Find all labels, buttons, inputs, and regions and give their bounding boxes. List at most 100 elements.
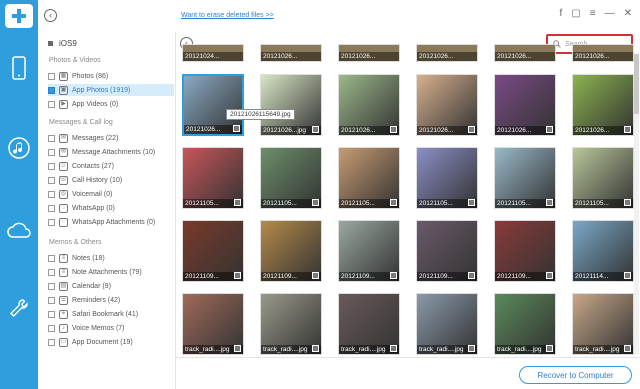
photo-thumbnail[interactable]: 20121026... (338, 74, 400, 136)
cloud-icon[interactable] (0, 210, 38, 250)
photo-thumbnail[interactable]: 20121114... (572, 220, 634, 282)
photo-checkbox[interactable] (468, 199, 475, 206)
voicemail-checkbox[interactable] (48, 190, 55, 198)
category-note-attachments[interactable]: ≡ Note Attachments (79) (48, 266, 142, 278)
photo-thumbnail[interactable]: track_radi....jpg (182, 293, 244, 355)
photo-thumbnail[interactable]: track_radi....jpg (416, 293, 478, 355)
menu-icon[interactable]: ≡ (590, 8, 596, 19)
close-icon[interactable]: ✕ (624, 8, 632, 19)
photo-checkbox[interactable] (234, 272, 241, 279)
note-attachments-checkbox[interactable] (48, 268, 55, 276)
photo-thumbnail[interactable]: 20121109... (260, 220, 322, 282)
photo-checkbox[interactable] (468, 126, 475, 133)
recover-to-computer-button[interactable]: Recover to Computer (519, 366, 632, 384)
photo-thumbnail[interactable]: 20121026... (572, 74, 634, 136)
photo-checkbox[interactable] (624, 345, 631, 352)
photo-thumbnail[interactable]: 20121026... (182, 74, 244, 136)
photo-thumbnail-partial[interactable]: 20121026... (338, 44, 400, 62)
category-contacts[interactable]: ☺ Contacts (27) (48, 160, 114, 172)
photo-thumbnail[interactable]: 20121109... (416, 220, 478, 282)
photo-checkbox[interactable] (233, 125, 240, 132)
photo-thumbnail[interactable]: 20121109... (182, 220, 244, 282)
grid-scrollbar[interactable] (634, 54, 639, 354)
app-document-checkbox[interactable] (48, 338, 55, 346)
photo-checkbox[interactable] (546, 126, 553, 133)
notes-checkbox[interactable] (48, 254, 55, 262)
photo-thumbnail-partial[interactable]: 20121026... (494, 44, 556, 62)
message-attachments-checkbox[interactable] (48, 148, 55, 156)
photo-thumbnail[interactable]: 20121105... (182, 147, 244, 209)
photo-thumbnail-partial[interactable]: 20121026... (572, 44, 634, 62)
app-videos-checkbox[interactable] (48, 100, 55, 108)
app-photos-checkbox[interactable] (48, 86, 55, 94)
contacts-checkbox[interactable] (48, 162, 55, 170)
photo-checkbox[interactable] (312, 272, 319, 279)
photo-checkbox[interactable] (234, 345, 241, 352)
photo-checkbox[interactable] (234, 199, 241, 206)
photo-thumbnail[interactable]: track_radi....jpg (338, 293, 400, 355)
category-voice-memos[interactable]: ♪ Voice Memos (7) (48, 322, 125, 334)
call-history-checkbox[interactable] (48, 176, 55, 184)
photo-thumbnail[interactable]: 20121105... (338, 147, 400, 209)
category-voicemail[interactable]: ◎ Voicemail (0) (48, 188, 112, 200)
photo-checkbox[interactable] (390, 199, 397, 206)
photo-thumbnail[interactable]: track_radi....jpg (494, 293, 556, 355)
photo-checkbox[interactable] (468, 272, 475, 279)
scrollbar-thumb[interactable] (634, 54, 639, 114)
category-photos[interactable]: ▦ Photos (86) (48, 70, 108, 82)
photo-checkbox[interactable] (546, 272, 553, 279)
photo-checkbox[interactable] (312, 199, 319, 206)
safari-bookmark-checkbox[interactable] (48, 310, 55, 318)
photo-checkbox[interactable] (312, 345, 319, 352)
category-reminders[interactable]: ☰ Reminders (42) (48, 294, 120, 306)
photo-checkbox[interactable] (624, 272, 631, 279)
category-whatsapp[interactable]: ◌ WhatsApp (0) (48, 202, 115, 214)
music-note-icon[interactable] (0, 128, 42, 168)
photo-checkbox[interactable] (390, 126, 397, 133)
photo-checkbox[interactable] (624, 126, 631, 133)
photos-checkbox[interactable] (48, 72, 55, 80)
photo-thumbnail[interactable]: 20121105... (572, 147, 634, 209)
photo-checkbox[interactable] (624, 199, 631, 206)
voice-memos-checkbox[interactable] (48, 324, 55, 332)
phone-icon[interactable] (0, 48, 38, 88)
category-app-photos[interactable]: ▣ App Photos (1919) (48, 84, 174, 96)
photo-thumbnail[interactable]: 20121105... (494, 147, 556, 209)
photo-thumbnail-partial[interactable]: 20121024... (182, 44, 244, 62)
photo-thumbnail[interactable]: 20121026... (416, 74, 478, 136)
photo-thumbnail-partial[interactable]: 20121026... (416, 44, 478, 62)
photo-thumbnail[interactable]: track_radi....jpg (572, 293, 634, 355)
category-app-document[interactable]: ▭ App Document (19) (48, 336, 133, 348)
photo-thumbnail[interactable]: 20121109... (338, 220, 400, 282)
category-notes[interactable]: ≡ Notes (18) (48, 252, 105, 264)
calendar-checkbox[interactable] (48, 282, 55, 290)
whatsapp-checkbox[interactable] (48, 204, 55, 212)
category-safari-bookmark[interactable]: ⌖ Safari Bookmark (41) (48, 308, 138, 320)
wrench-icon[interactable] (0, 288, 38, 328)
photo-thumbnail[interactable]: 20121105... (260, 147, 322, 209)
messages-checkbox[interactable] (48, 134, 55, 142)
category-call-history[interactable]: ☏ Call History (10) (48, 174, 122, 186)
photo-checkbox[interactable] (390, 345, 397, 352)
facebook-icon[interactable]: f (560, 8, 563, 19)
category-calendar[interactable]: ▤ Calendar (9) (48, 280, 111, 292)
photo-checkbox[interactable] (390, 272, 397, 279)
category-messages[interactable]: ✉ Messages (22) (48, 132, 118, 144)
photo-thumbnail[interactable]: 20121026... (494, 74, 556, 136)
photo-thumbnail[interactable]: 20121109... (494, 220, 556, 282)
back-icon[interactable]: ‹ (44, 9, 57, 22)
category-whatsapp-attachments[interactable]: ◌ WhatsApp Attachments (0) (48, 216, 155, 228)
photo-thumbnail[interactable]: 20121105... (416, 147, 478, 209)
photo-checkbox[interactable] (312, 126, 319, 133)
photo-thumbnail[interactable]: track_radi....jpg (260, 293, 322, 355)
category-app-videos[interactable]: ▶ App Videos (0) (48, 98, 118, 110)
device-row[interactable]: iOS9 (48, 39, 77, 48)
whatsapp-attachments-checkbox[interactable] (48, 218, 55, 226)
category-message-attachments[interactable]: ✉ Message Attachments (10) (48, 146, 155, 158)
photo-checkbox[interactable] (546, 199, 553, 206)
photo-thumbnail-partial[interactable]: 20121026... (260, 44, 322, 62)
minimize-icon[interactable]: — (605, 8, 615, 19)
reminders-checkbox[interactable] (48, 296, 55, 304)
photo-thumbnail[interactable]: 20121026...jpg (260, 74, 322, 136)
feedback-icon[interactable]: ▢ (571, 8, 580, 19)
